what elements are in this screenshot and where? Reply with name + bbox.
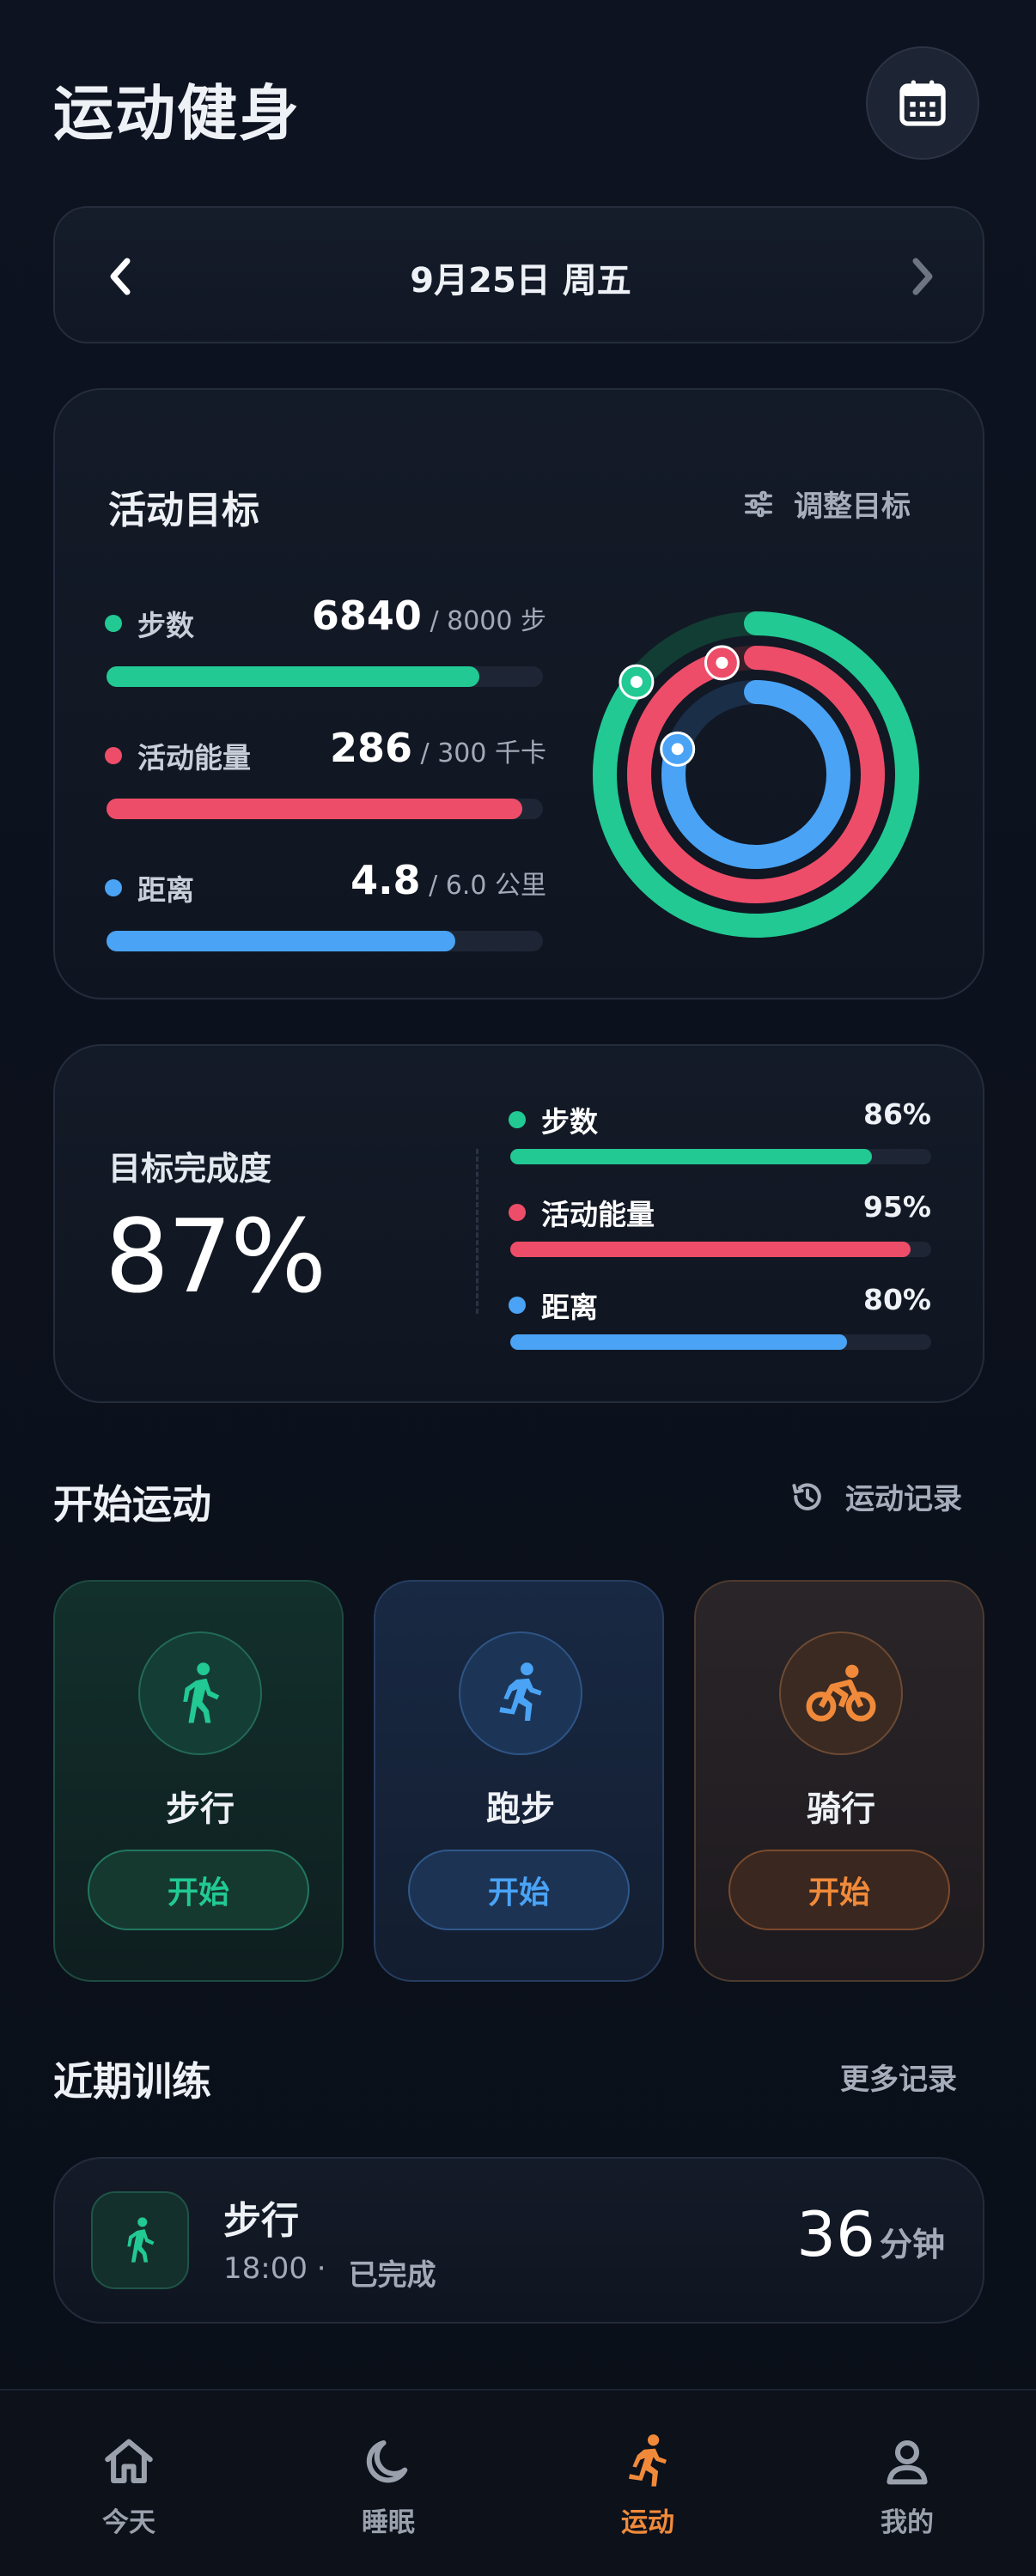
tab-today[interactable]: 今天 xyxy=(43,2433,215,2539)
next-day-button[interactable] xyxy=(905,251,940,306)
steps-value: 6840 / 8000 步 xyxy=(100,592,546,639)
completion-distance-percent: 80% xyxy=(863,1283,931,1316)
recent-training-title: 近期训练 xyxy=(53,2058,211,2105)
activity-goals-title: 活动目标 xyxy=(108,489,259,532)
completion-energy-percent: 95% xyxy=(863,1190,931,1224)
adjust-goals-label: 调整目标 xyxy=(794,489,911,524)
completion-energy-fill xyxy=(510,1242,911,1257)
running-start-button[interactable]: 开始 xyxy=(408,1850,630,1930)
completion-steps-label: 步数 xyxy=(509,1099,598,1140)
energy-ring-badge-icon xyxy=(716,656,728,669)
recent-workout-meta: 18:00 · 已完成 xyxy=(223,2251,436,2293)
steps-current: 6840 xyxy=(311,592,422,639)
completion-value: 87% xyxy=(105,1197,326,1315)
energy-value: 286 / 300 千卡 xyxy=(100,725,546,771)
tab-sleep-label: 睡眠 xyxy=(362,2507,415,2538)
tab-profile-label: 我的 xyxy=(881,2507,934,2538)
completion-distance-track xyxy=(510,1334,931,1350)
walking-icon xyxy=(127,2217,155,2263)
cycling-name: 骑行 xyxy=(807,1789,875,1829)
distance-progress-track xyxy=(107,931,543,951)
recent-workout-duration: 36 分钟 xyxy=(691,2198,945,2270)
running-name: 跑步 xyxy=(486,1789,555,1829)
cycling-card[interactable]: 骑行 开始 xyxy=(694,1580,984,1982)
energy-target: / 300 千卡 xyxy=(412,738,546,769)
current-date[interactable]: 9月25日 周五 xyxy=(55,252,986,302)
completion-energy-text: 活动能量 xyxy=(541,1198,655,1231)
walking-icon-ring xyxy=(138,1631,262,1755)
date-selector: 9月25日 周五 xyxy=(53,206,984,343)
chevron-right-icon xyxy=(912,258,933,295)
completion-label: 目标完成度 xyxy=(108,1150,272,1188)
completion-steps-dot xyxy=(509,1111,526,1128)
steps-target: / 8000 步 xyxy=(421,606,546,636)
steps-progress-fill xyxy=(107,666,480,687)
completion-energy-track xyxy=(510,1242,931,1257)
cycling-icon-ring xyxy=(779,1631,903,1755)
walking-icon xyxy=(183,1662,220,1723)
completion-divider xyxy=(476,1149,478,1314)
recent-workout-time: 18:00 · xyxy=(223,2251,326,2286)
walking-start-button[interactable]: 开始 xyxy=(88,1850,309,1930)
energy-current: 286 xyxy=(329,725,413,771)
bicycle-icon xyxy=(806,1664,876,1722)
recent-workout-status: 已完成 xyxy=(348,2258,436,2293)
energy-progress-track xyxy=(107,799,543,819)
distance-current: 4.8 xyxy=(350,857,421,903)
walking-card[interactable]: 步行 开始 xyxy=(53,1580,344,1982)
running-icon-ring xyxy=(459,1631,582,1755)
recent-workout-duration-unit: 分钟 xyxy=(879,2226,945,2263)
activity-goals-card: 活动目标 调整目标 步数 6840 / 8000 步 活动能量 286 / 30… xyxy=(53,388,984,999)
calendar-icon xyxy=(899,80,946,126)
start-exercise-title: 开始运动 xyxy=(53,1481,211,1528)
history-icon xyxy=(792,1482,821,1510)
completion-distance-text: 距离 xyxy=(541,1291,598,1324)
adjust-goals-button[interactable]: 调整目标 xyxy=(742,483,911,525)
tab-exercise-label: 运动 xyxy=(621,2507,674,2538)
calendar-button[interactable] xyxy=(866,46,979,160)
completion-steps-percent: 86% xyxy=(863,1097,931,1131)
goal-completion-card: 目标完成度 87% 步数 86% 活动能量 95% 距离 80% xyxy=(53,1044,984,1403)
tab-profile[interactable]: 我的 xyxy=(821,2433,993,2539)
energy-progress-fill xyxy=(107,799,523,819)
tab-exercise[interactable]: 运动 xyxy=(562,2433,734,2539)
recent-workout-duration-value: 36 xyxy=(796,2198,875,2270)
completion-steps-text: 步数 xyxy=(541,1105,598,1139)
completion-steps-fill xyxy=(510,1149,873,1164)
running-icon xyxy=(629,2434,667,2487)
distance-value: 4.8 / 6.0 公里 xyxy=(100,857,546,903)
completion-distance-fill xyxy=(510,1334,847,1350)
distance-ring-badge-icon xyxy=(671,743,684,756)
distance-progress-fill xyxy=(107,931,456,951)
completion-steps-track xyxy=(510,1149,931,1164)
more-records-link[interactable]: 更多记录 xyxy=(840,2056,957,2098)
completion-distance-label: 距离 xyxy=(509,1285,598,1326)
recent-walking-icon-box xyxy=(91,2191,189,2289)
page-title: 运动健身 xyxy=(53,78,301,149)
fitness-page: 运动健身 9月25日 周五 活动目标 调整目标 步数 6840 / 8000 步… xyxy=(0,0,1036,2576)
distance-target: / 6.0 公里 xyxy=(420,871,546,901)
exercise-history-button[interactable]: 运动记录 xyxy=(789,1475,962,1517)
bottom-tab-bar: 今天 睡眠 运动 我的 xyxy=(0,2389,1036,2576)
steps-progress-track xyxy=(107,666,543,687)
completion-energy-dot xyxy=(509,1204,526,1221)
home-icon xyxy=(105,2439,153,2484)
activity-rings xyxy=(593,611,919,938)
steps-ring-badge-icon xyxy=(630,676,643,689)
exercise-history-label: 运动记录 xyxy=(845,1482,962,1516)
user-icon xyxy=(887,2439,928,2485)
cycling-start-button[interactable]: 开始 xyxy=(728,1850,950,1930)
walking-name: 步行 xyxy=(166,1789,235,1829)
recent-training-item[interactable]: 步行 18:00 · 已完成 36 分钟 xyxy=(53,2157,984,2324)
tab-sleep[interactable]: 睡眠 xyxy=(302,2433,474,2539)
moon-icon xyxy=(366,2439,408,2483)
recent-workout-name: 步行 xyxy=(223,2199,299,2243)
completion-distance-dot xyxy=(509,1297,526,1314)
sliders-icon xyxy=(745,490,772,517)
running-icon xyxy=(499,1662,542,1721)
running-card[interactable]: 跑步 开始 xyxy=(374,1580,664,1982)
tab-today-label: 今天 xyxy=(102,2507,155,2538)
completion-energy-label: 活动能量 xyxy=(509,1192,655,1233)
